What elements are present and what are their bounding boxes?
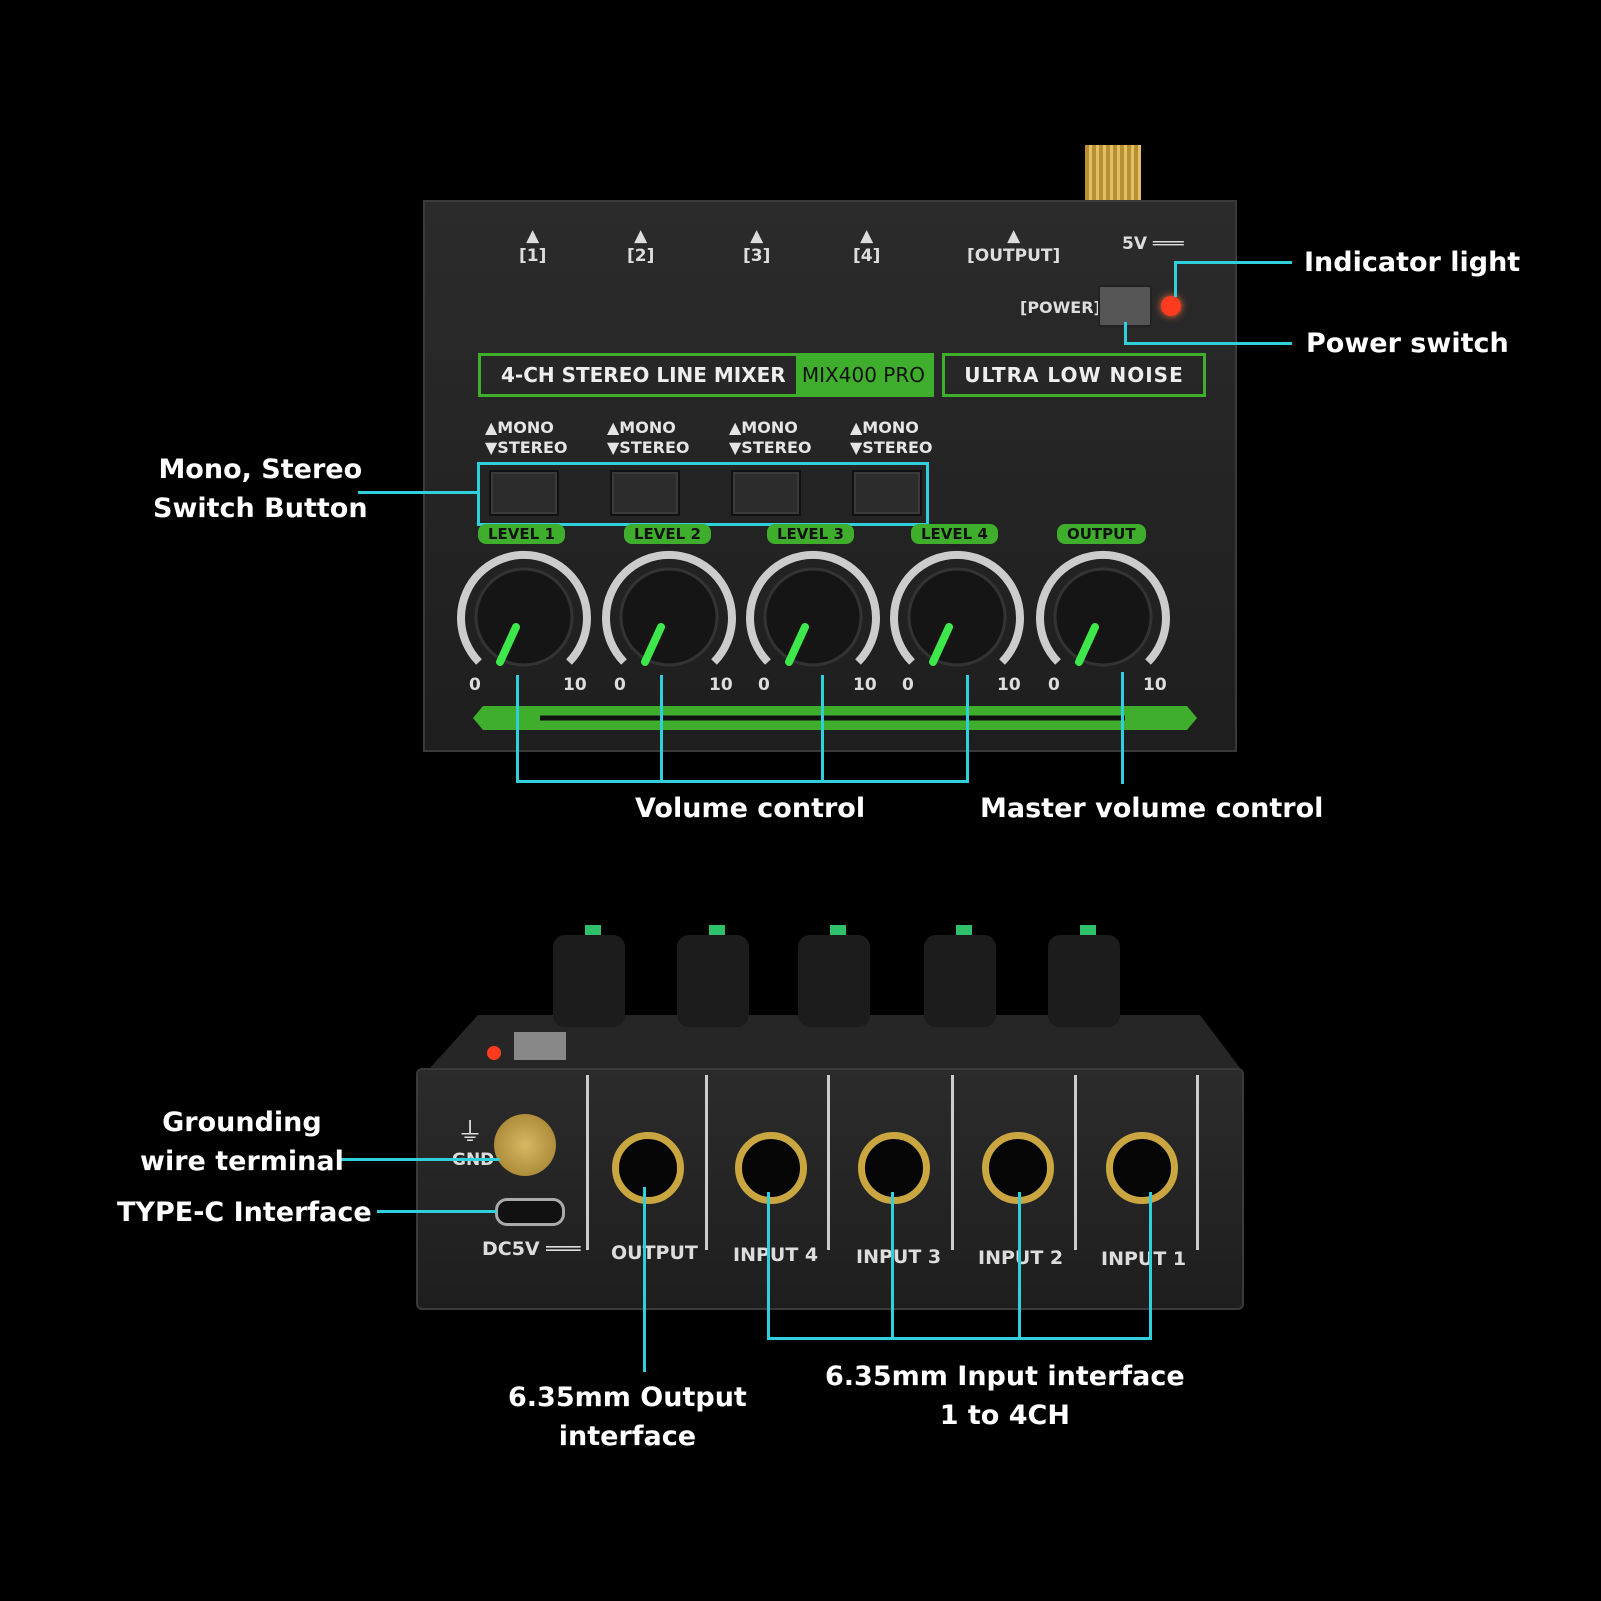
jack-label-input-3: INPUT 3 <box>856 1246 942 1268</box>
rear-knob-1 <box>553 925 625 1027</box>
divider <box>827 1075 830 1250</box>
callout-input-interface: 6.35mm Input interface 1 to 4CH <box>825 1361 1185 1431</box>
callout-grounding: Grounding wire terminal <box>140 1107 344 1177</box>
jack-input-3[interactable] <box>858 1132 930 1204</box>
typec-line <box>377 1210 497 1213</box>
rear-knobs-layer <box>430 925 1240 1068</box>
dc-label: DC5V ═══ <box>482 1238 581 1260</box>
rear-knob-3 <box>798 925 870 1027</box>
input-line-2 <box>1018 1192 1021 1340</box>
callout-type-c: TYPE-C Interface <box>117 1197 372 1228</box>
jack-label-input-4: INPUT 4 <box>733 1244 819 1266</box>
rear-knob-5 <box>1048 925 1120 1027</box>
usb-c-port[interactable] <box>495 1198 565 1226</box>
jack-output[interactable] <box>612 1132 684 1204</box>
rear-knob-4 <box>924 925 996 1027</box>
input-line-1 <box>1149 1192 1152 1340</box>
ground-line <box>338 1158 500 1161</box>
ground-symbol-icon: ⏚ <box>457 1118 484 1148</box>
product-diagram: ▲ [1] ▲ [2] ▲ [3] ▲ [4] ▲ [OUTPUT] 5V ═══ [PO… <box>0 0 1601 1601</box>
callout-output-interface: 6.35mm Output interface <box>508 1382 747 1452</box>
jack-input-1[interactable] <box>1106 1132 1178 1204</box>
input-line-4 <box>767 1192 770 1340</box>
divider <box>951 1075 954 1250</box>
jack-input-4[interactable] <box>735 1132 807 1204</box>
input-line-h <box>767 1337 1152 1340</box>
divider <box>1074 1075 1077 1250</box>
rear-knob-2 <box>677 925 749 1027</box>
divider <box>586 1075 589 1250</box>
ground-terminal[interactable] <box>494 1114 556 1176</box>
divider <box>1196 1075 1199 1250</box>
input-line-3 <box>891 1192 894 1340</box>
divider <box>705 1075 708 1250</box>
output-line <box>643 1187 646 1372</box>
jack-label-input-1: INPUT 1 <box>1101 1248 1187 1270</box>
jack-label-output: OUTPUT <box>611 1242 698 1264</box>
